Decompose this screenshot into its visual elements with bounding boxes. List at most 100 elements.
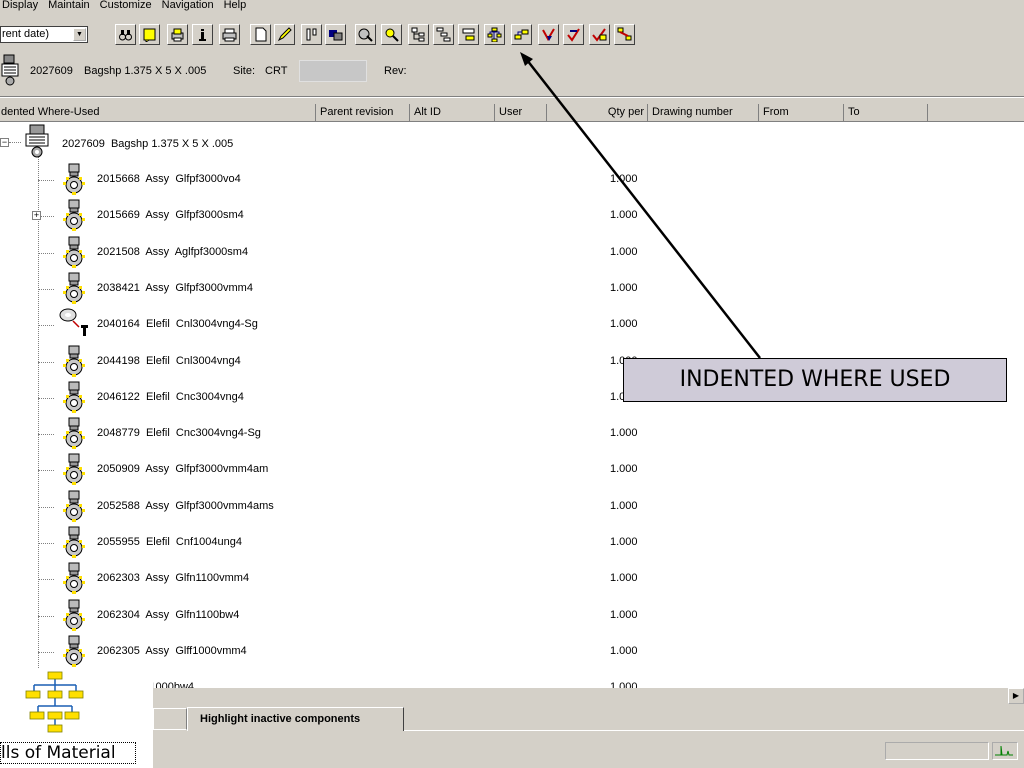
row-type: Elefil [145,536,170,548]
tree-row[interactable]: 2052588 Assy Glfpf3000vmm4ams 1.000 [0,489,1024,525]
pencil-icon [277,27,292,42]
chevron-down-icon[interactable]: ▼ [73,28,86,41]
toolbar-button-hierarchy[interactable] [484,24,505,45]
row-name: Glfpf3000vmm4 [175,281,253,294]
row-type: Assy [145,173,170,185]
row-qty: 1.000 [610,608,638,621]
toolbar-button-info[interactable] [192,24,213,45]
scroll-right-icon[interactable]: ▶ [1008,688,1024,704]
toolbar-button-compare[interactable] [325,24,346,45]
row-type: Elefil [145,354,170,367]
menu-bar: Display Maintain Customize Navigation He… [0,0,251,12]
row-name: Cnc3004vng4-Sg [175,427,261,440]
toolbar-button-check-multi[interactable] [589,24,610,45]
menu-maintain[interactable]: Maintain [43,0,95,12]
tree-connector [38,470,54,472]
tab-blank[interactable] [153,708,187,730]
toolbar-button-flow[interactable] [511,24,532,45]
row-name: Glfpf3000sm4 [175,209,244,222]
col-drawing-number[interactable]: Drawing number [648,104,759,121]
tree-row[interactable]: 2062304 Assy Glfn1100bw4 1.000 [0,598,1024,634]
compare-icon [329,30,343,41]
menu-display[interactable]: Display [0,0,43,12]
tree-row[interactable]: 2048779 Elefil Cnc3004vng4-Sg 1.000 [0,416,1024,452]
toolbar-button-collapse[interactable] [458,24,479,45]
tree-connector [38,397,54,399]
collapse-icon[interactable]: − [0,138,9,147]
toolbar-button-note[interactable] [139,24,160,45]
toolbar-button-check-down[interactable] [538,24,559,45]
callout-label: INDENTED WHERE USED [623,358,1007,402]
row-label: 2048779 Elefil Cnc3004vng4-Sg [97,427,261,439]
row-number: 2055955 [97,536,140,548]
toolbar-button-filter[interactable] [301,24,322,45]
toolbar-button-printer[interactable] [219,24,240,45]
toolbar-button-binoculars[interactable] [115,24,136,45]
tree-row[interactable]: Assy Glff1000bw41.000 [0,670,1024,688]
toolbar-button-tree-view[interactable] [408,24,429,45]
toolbar-button-pencil[interactable] [274,24,295,45]
toolbar-button-indented[interactable] [433,24,454,45]
row-number: 2040164 [97,318,140,331]
tab-highlight-inactive[interactable]: Highlight inactive components [187,707,404,731]
row-number: 2050909 [97,463,140,476]
horizontal-scrollbar[interactable]: ▶ [0,688,1024,704]
status-pane [992,742,1018,760]
expand-icon[interactable]: + [32,211,41,221]
col-parent-revision[interactable]: Parent revision [316,104,410,121]
check-icon [567,28,580,42]
toolbar-button-expand[interactable] [381,24,402,45]
col-from[interactable]: From [759,104,844,121]
row-number: 2062304 [97,608,140,621]
menu-customize[interactable]: Customize [95,0,157,12]
col-where-used[interactable]: dented Where-Used [0,104,316,121]
row-label: 2021508 Assy Aglfpf3000sm4 [97,246,248,258]
row-name: Glfn1100vmm4 [175,572,250,585]
binoculars-icon [119,30,132,41]
tree-row[interactable]: +2015669 Assy Glfpf3000sm4 1.000 [0,198,1024,234]
menu-help[interactable]: Help [219,0,252,12]
row-number: 2044198 [97,354,140,367]
effectivity-date-select[interactable]: rent date) ▼ [0,26,88,43]
tree-row[interactable]: 2040164 Elefil Cnl3004vng4-Sg 1.000 [0,307,1024,343]
row-label: 2038421 Assy Glfpf3000vmm4 [97,282,253,294]
toolbar-button-check[interactable] [563,24,584,45]
site-field[interactable] [299,60,367,82]
tree-row[interactable]: 2062305 Assy Glff1000vmm4 1.000 [0,634,1024,670]
tree-row[interactable]: 2021508 Assy Aglfpf3000sm4 1.000 [0,235,1024,271]
expand-icon [385,28,399,42]
row-type: Assy [145,281,170,294]
item-info-bar: 2027609 Bagshp 1.375 X 5 X .005 Site: CR… [0,52,700,86]
menu-navigation[interactable]: Navigation [157,0,219,12]
tree-row[interactable]: 2062303 Assy Glfn1100vmm4 1.000 [0,561,1024,597]
toolbar-button-print-preview[interactable] [167,24,188,45]
item-number: 2027609 [30,65,73,77]
activity-icon [995,745,1013,756]
col-qty-per[interactable]: Qty per [547,104,648,121]
toolbar-button-network[interactable] [614,24,635,45]
row-label: 2040164 Elefil Cnl3004vng4-Sg [97,318,258,330]
row-qty: 1.000 [610,536,638,548]
toolbar-button-where-used[interactable] [355,24,376,45]
tree-row[interactable]: 2038421 Assy Glfpf3000vmm4 1.000 [0,271,1024,307]
col-alt-id[interactable]: Alt ID [410,104,495,121]
row-qty: 1.000 [610,318,638,331]
col-to[interactable]: To [844,104,928,121]
assembly-icon [57,416,91,450]
assembly-icon [57,561,91,595]
tree-row[interactable]: 2050909 Assy Glfpf3000vmm4am 1.000 [0,452,1024,488]
divider [0,97,1024,98]
tree-connector [38,252,54,254]
row-type: Assy [145,572,170,585]
tree-row[interactable]: 2015668 Assy Glfpf3000vo4 1.000 [0,162,1024,198]
row-number: 2015668 [97,173,140,185]
row-type: Assy [145,644,170,657]
col-user[interactable]: User [495,104,547,121]
tree-root[interactable]: − 2027609 Bagshp 1.375 X 5 X .005 [0,124,600,160]
tree-view-icon [411,27,425,42]
tree-row[interactable]: 2055955 Elefil Cnf1004ung4 1.000 [0,525,1024,561]
tree-connector [38,180,54,181]
toolbar-button-new-document[interactable] [250,24,271,45]
where-used-tree: − 2027609 Bagshp 1.375 X 5 X .005 201566… [0,122,1024,688]
row-label: 2044198 Elefil Cnl3004vng4 [97,355,241,367]
